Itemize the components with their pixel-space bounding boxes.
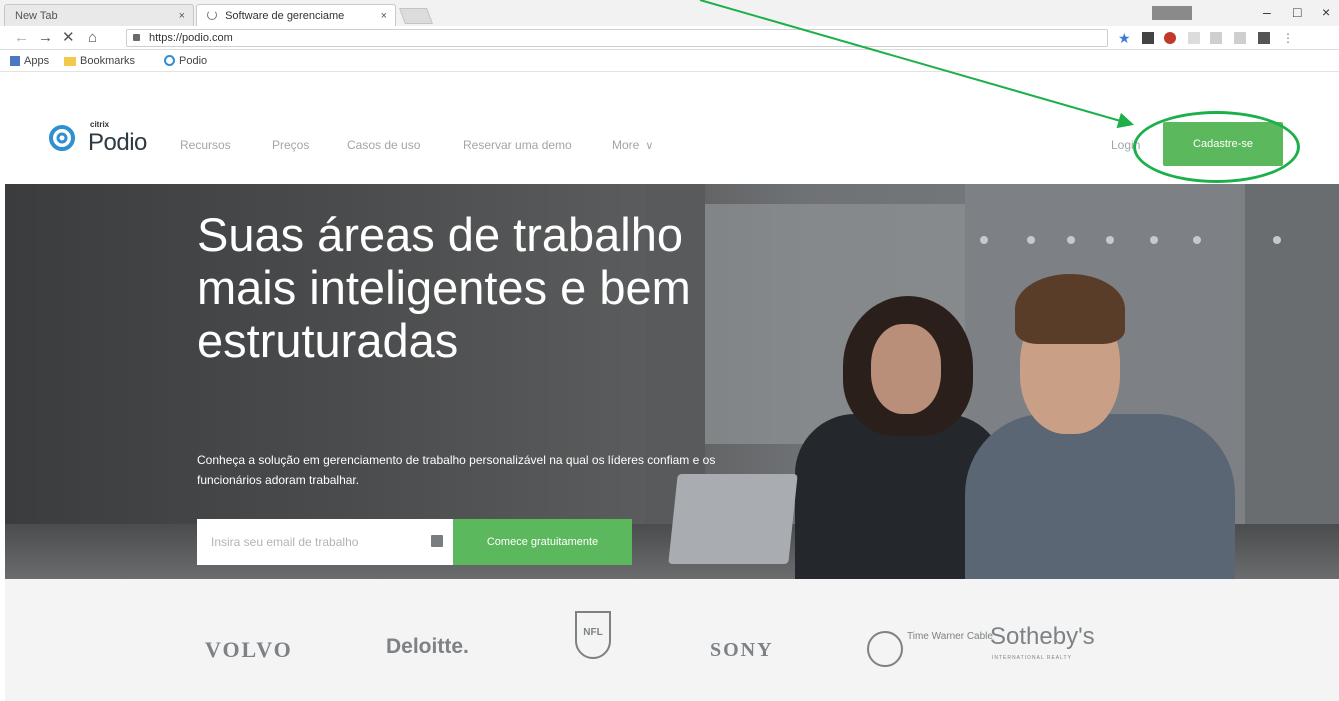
hero-subtitle: Conheça a solução em gerenciamento de tr… — [197, 453, 716, 487]
extension-icon[interactable] — [1142, 32, 1154, 44]
extension-icon[interactable] — [1210, 32, 1222, 44]
stop-icon[interactable]: ✕ — [62, 29, 75, 47]
hero-title: Suas áreas de trabalho mais inteligentes… — [197, 208, 691, 367]
extension-icon[interactable] — [1258, 32, 1270, 44]
hero-decoration — [1027, 236, 1035, 244]
forward-arrow-icon[interactable]: → — [38, 29, 53, 47]
logo-twc: Time Warner Cable — [907, 631, 993, 642]
logo-twc-icon — [867, 631, 903, 667]
profile-avatar[interactable] — [1152, 6, 1192, 20]
minimize-icon[interactable]: – — [1263, 4, 1271, 20]
logo-sothebys: Sotheby's — [990, 623, 1095, 650]
folder-icon — [64, 57, 76, 66]
bookmark-folder[interactable]: Bookmarks — [64, 54, 135, 68]
start-free-button[interactable]: Comece gratuitamente — [453, 519, 632, 565]
back-arrow-icon[interactable]: ← — [14, 29, 29, 47]
hero-section: Suas áreas de trabalho mais inteligentes… — [5, 184, 1339, 579]
logo-sony: SONY — [710, 639, 774, 661]
tab-label: Software de gerenciame — [225, 10, 345, 22]
contact-card-icon — [431, 535, 443, 547]
tab-podio[interactable]: Software de gerenciame × — [196, 4, 396, 26]
screenshot-root: New Tab × Software de gerenciame × – □ ×… — [0, 0, 1339, 701]
extension-icon[interactable] — [1234, 32, 1246, 44]
logo-deloitte: Deloitte. — [386, 635, 469, 658]
tab-new-tab[interactable]: New Tab × — [4, 4, 194, 26]
logo-brand-small: citrix — [90, 120, 110, 129]
bookmark-apps[interactable]: Apps — [10, 54, 49, 68]
bookmark-podio[interactable]: Podio — [164, 54, 207, 68]
logo-volvo: VOLVO — [205, 637, 293, 662]
tab-label: New Tab — [15, 10, 58, 22]
hero-photo-woman — [871, 324, 941, 414]
logo-nfl: NFL — [575, 611, 611, 659]
logo-sothebys-subtitle: INTERNATIONAL REALTY — [992, 655, 1072, 661]
address-bar-url: https://podio.com — [149, 32, 233, 44]
nav-casos-de-uso[interactable]: Casos de uso — [347, 138, 420, 152]
menu-icon[interactable]: ⋮ — [1282, 31, 1294, 45]
hero-photo-man — [1015, 274, 1125, 344]
logo-text: Podio — [88, 129, 147, 156]
new-tab-button[interactable] — [399, 8, 433, 24]
hero-background — [1245, 184, 1339, 579]
hero-decoration — [980, 236, 988, 244]
hero-decoration — [1273, 236, 1281, 244]
podio-logo-icon — [49, 125, 75, 151]
signup-form: Comece gratuitamente — [197, 519, 632, 565]
chevron-down-icon: ∨ — [645, 140, 654, 152]
home-icon[interactable]: ⌂ — [88, 29, 97, 47]
browser-toolbar: ← → ✕ ⌂ https://podio.com ★ ⋮ — [0, 26, 1339, 50]
hero-decoration — [1067, 236, 1075, 244]
nav-reservar-demo[interactable]: Reservar uma demo — [463, 138, 572, 152]
hero-photo-man — [965, 414, 1235, 579]
lock-icon — [133, 34, 140, 41]
email-input[interactable] — [197, 519, 453, 565]
bookmark-label: Bookmarks — [80, 55, 136, 67]
address-bar[interactable]: https://podio.com — [126, 29, 1108, 47]
bookmark-star-icon[interactable]: ★ — [1118, 30, 1131, 46]
extension-icon[interactable] — [1188, 32, 1200, 44]
nav-more[interactable]: More ∨ — [612, 138, 653, 152]
nav-more-label: More — [612, 138, 640, 152]
browser-tabbar: New Tab × Software de gerenciame × – □ × — [0, 0, 1339, 26]
nav-recursos[interactable]: Recursos — [180, 138, 231, 152]
tab-close-icon[interactable]: × — [179, 5, 185, 27]
bookmark-label: Podio — [179, 55, 208, 67]
hero-decoration — [1150, 236, 1158, 244]
nav-precos[interactable]: Preços — [272, 138, 309, 152]
bookmark-label: Apps — [24, 55, 50, 67]
hero-decoration — [1106, 236, 1114, 244]
loading-icon — [207, 10, 217, 20]
extension-icon[interactable] — [1164, 32, 1176, 44]
close-icon[interactable]: × — [1322, 4, 1330, 20]
tab-close-icon[interactable]: × — [381, 5, 387, 27]
podio-icon — [164, 55, 175, 66]
annotation-ellipse — [1133, 111, 1300, 183]
apps-icon — [10, 56, 20, 66]
hero-decoration — [1193, 236, 1201, 244]
customer-logos: VOLVO Deloitte. NFL SONY Time Warner Cab… — [5, 579, 1339, 701]
bookmarks-bar: Apps Bookmarks Podio — [0, 50, 1339, 72]
maximize-icon[interactable]: □ — [1293, 4, 1301, 20]
